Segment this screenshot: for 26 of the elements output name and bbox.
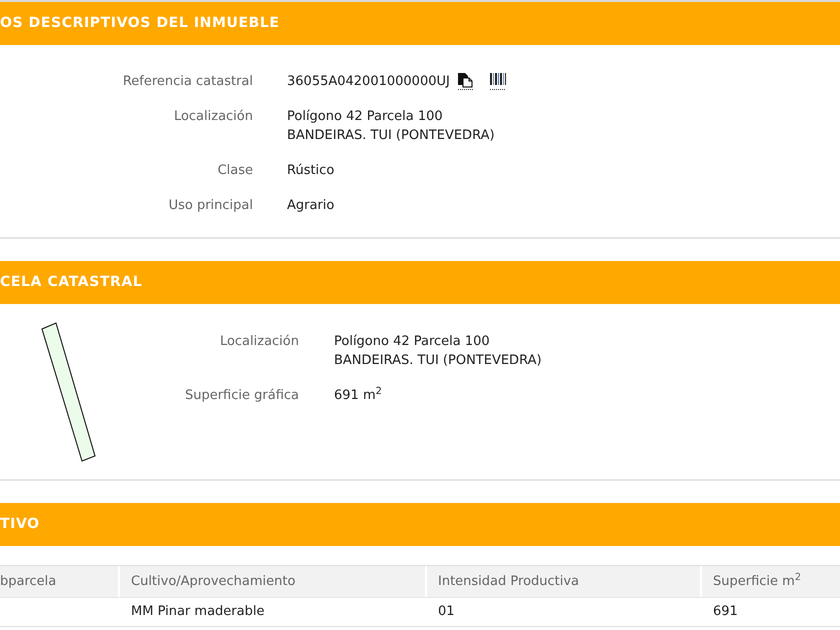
field-label: Referencia catastral xyxy=(122,73,253,91)
field-value: 691 m$^{2}$ xyxy=(334,386,382,405)
section-title: OS DESCRIPTIVOS DEL INMUEBLE xyxy=(0,14,280,33)
field-value: 36055A042001000000UJ xyxy=(287,73,450,91)
field-value: Agrario xyxy=(287,197,334,215)
table-cell-text: 691 xyxy=(712,603,739,622)
field-label: Superficie gráfica xyxy=(184,387,299,405)
field-value: Polígono 42 Parcela 100 xyxy=(287,108,444,126)
section-title: TIVO xyxy=(0,515,40,534)
field-label: Uso principal xyxy=(168,197,253,215)
field-value: BANDEIRAS. TUI (PONTEVEDRA) xyxy=(287,127,495,145)
field-label: Clase xyxy=(218,162,253,180)
table-cell-text: MM Pinar maderable xyxy=(130,603,266,622)
field-label: Localización xyxy=(174,108,253,126)
column-header: Intensidad Productiva xyxy=(427,566,700,597)
barcode-icon[interactable] xyxy=(490,73,506,90)
column-header: Superficie m$^{2}$ xyxy=(702,566,840,597)
table-cell-text: 01 xyxy=(437,603,456,622)
column-header: Cultivo/Aprovechamiento xyxy=(120,566,425,597)
field-label: Localización xyxy=(220,333,299,351)
section-title: CELA CATASTRAL xyxy=(0,273,142,292)
column-header: bparcela xyxy=(0,566,118,597)
field-value: Polígono 42 Parcela 100 xyxy=(334,333,491,351)
field-value: BANDEIRAS. TUI (PONTEVEDRA) xyxy=(334,352,542,370)
copy-icon[interactable] xyxy=(458,73,474,90)
field-value: Rústico xyxy=(287,162,334,180)
